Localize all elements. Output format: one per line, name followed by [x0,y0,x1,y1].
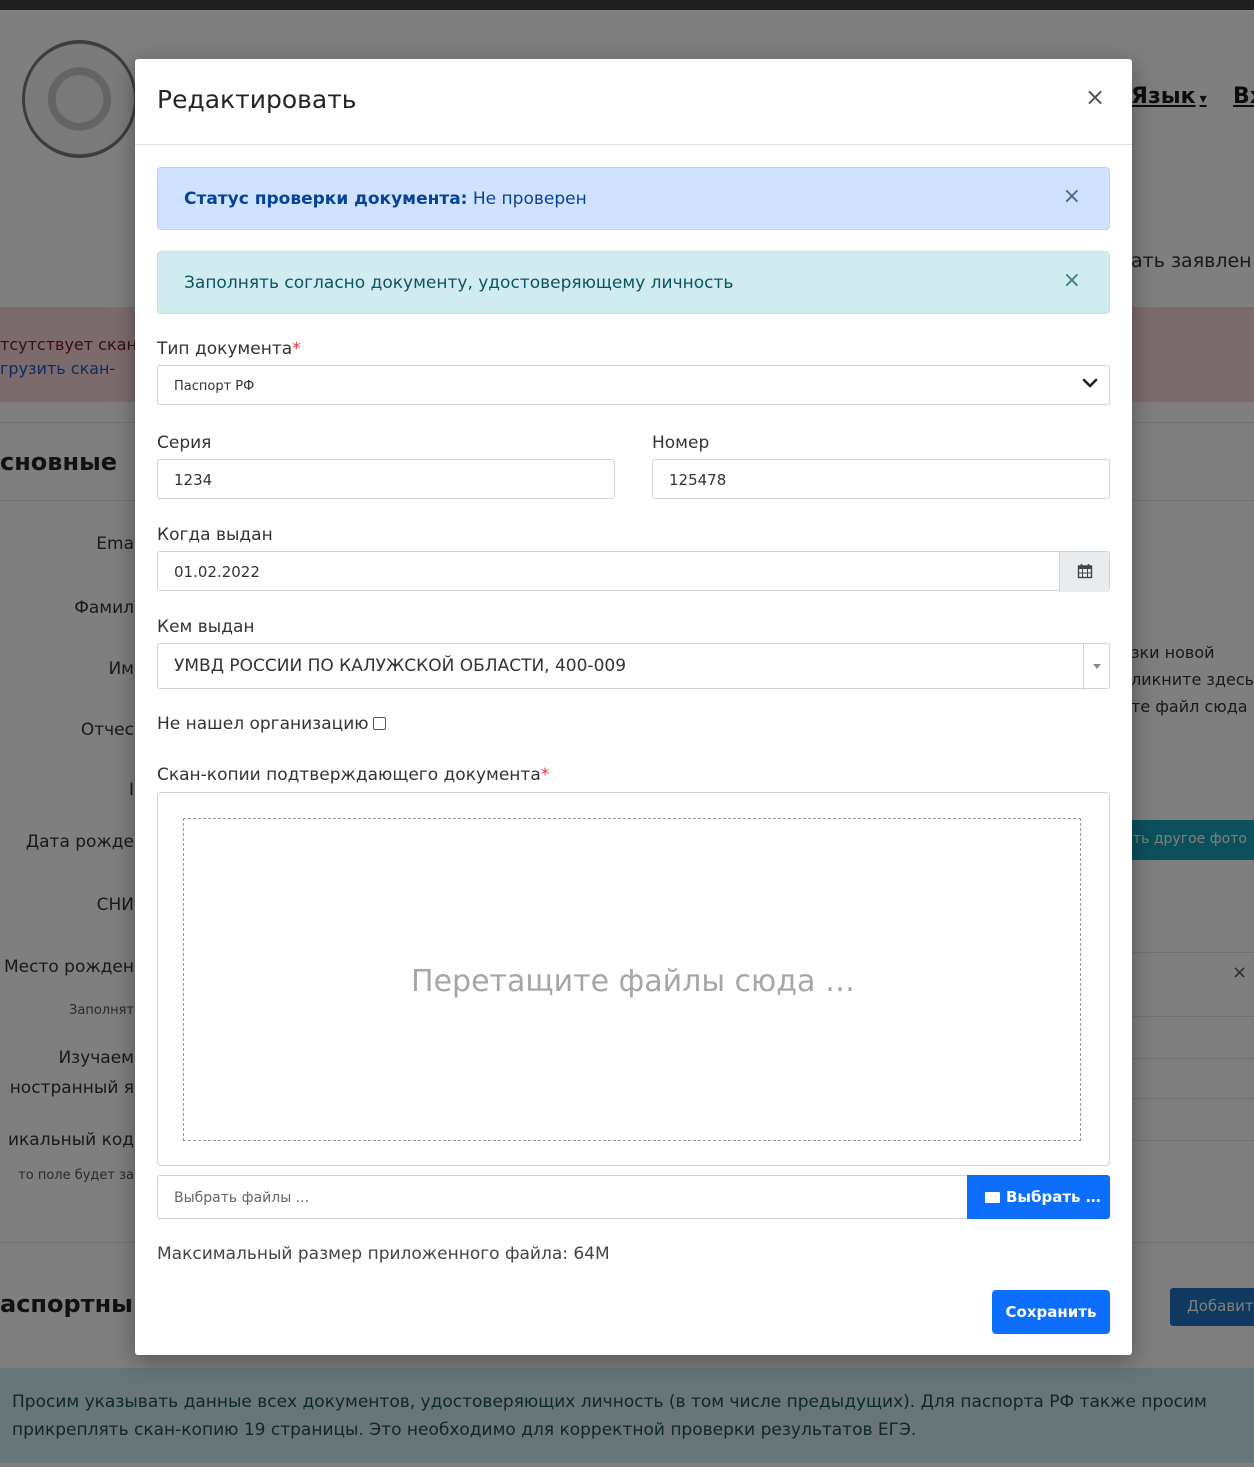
modal-title: Редактировать [157,85,357,114]
status-value: Не проверен [467,189,587,209]
scans-label: Скан-копии подтверждающего документа* [157,765,550,785]
required-mark: * [292,339,301,359]
issued-date-value: 01.02.2022 [174,563,260,581]
modal-header: Редактировать × [135,59,1132,145]
info-alert: Заполнять согласно документу, удостоверя… [157,251,1110,314]
series-input[interactable]: 1234 [157,459,615,499]
chevron-down-icon [1082,378,1098,388]
browse-files-button[interactable]: Выбрать … [967,1175,1110,1219]
issued-by-select[interactable]: УМВД РОССИИ ПО КАЛУЖСКОЙ ОБЛАСТИ, 400-00… [157,643,1110,690]
close-icon[interactable]: × [1063,270,1081,292]
doc-type-label: Тип документа* [157,339,301,359]
status-text: Статус проверки документа: Не проверен [184,189,587,209]
issued-by-value: УМВД РОССИИ ПО КАЛУЖСКОЙ ОБЛАСТИ, 400-00… [174,656,627,676]
calendar-button[interactable] [1059,552,1109,592]
dropzone-text: Перетащите файлы сюда … [411,964,855,999]
issued-date-input[interactable]: 01.02.2022 [157,551,1110,592]
close-icon[interactable]: × [1085,85,1105,109]
browse-files-label: Выбрать … [1006,1188,1101,1206]
doc-type-select[interactable]: Паспорт РФ [157,365,1110,405]
edit-document-modal: Редактировать × Статус проверки документ… [135,59,1132,1355]
number-label: Номер [652,433,710,453]
info-alert-text: Заполнять согласно документу, удостоверя… [184,273,734,293]
number-input[interactable]: 125478 [652,459,1110,499]
not-found-org: Не нашел организацию [157,714,386,734]
status-label: Статус проверки документа: [184,189,468,209]
folder-open-icon [985,1192,1000,1203]
caret-down-icon [1093,664,1101,669]
calendar-icon [1077,564,1093,579]
select-arrow[interactable] [1083,644,1109,690]
file-dropzone-container: Перетащите файлы сюда … [157,792,1110,1166]
save-button[interactable]: Сохранить [992,1290,1110,1334]
file-input[interactable]: Выбрать файлы ... Выбрать … [157,1175,1110,1219]
not-found-org-checkbox[interactable] [372,717,386,730]
series-label: Серия [157,433,212,453]
issued-date-label: Когда выдан [157,525,273,545]
close-icon[interactable]: × [1063,186,1081,208]
doc-type-value: Паспорт РФ [174,379,255,394]
max-file-size-note: Максимальный размер приложенного файла: … [157,1244,610,1264]
issued-by-label: Кем выдан [157,617,255,637]
required-mark: * [540,765,550,785]
status-alert: Статус проверки документа: Не проверен × [157,167,1110,230]
file-caption: Выбрать файлы ... [174,1190,310,1206]
file-dropzone[interactable]: Перетащите файлы сюда … [183,818,1081,1141]
not-found-org-label: Не нашел организацию [157,714,369,734]
